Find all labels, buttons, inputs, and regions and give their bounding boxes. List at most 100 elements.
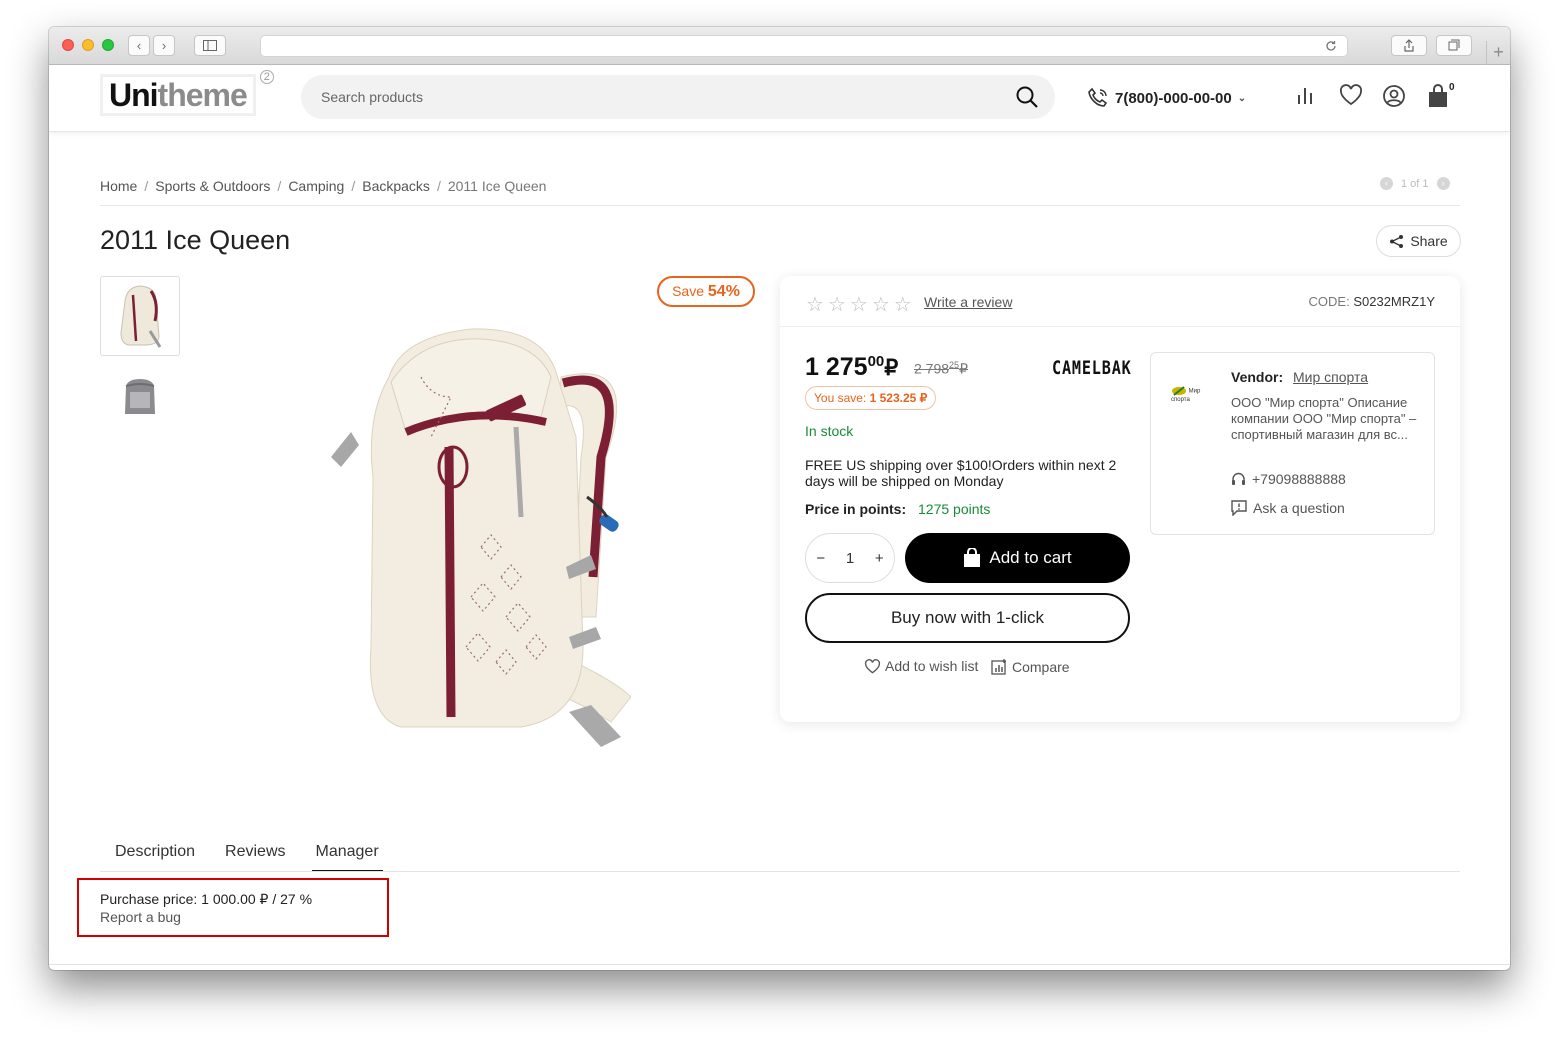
phone-number: 7(800)-000-00-00 [1115, 89, 1232, 107]
pager-label: 1 of 1 [1401, 177, 1429, 190]
product-tabs: Description Reviews Manager [100, 839, 394, 872]
points-value: 1275 points [918, 501, 991, 517]
sidebar-icon[interactable] [194, 35, 226, 56]
search-input[interactable] [321, 87, 1001, 107]
vendor-phone[interactable]: +79098888888 [1231, 471, 1346, 487]
add-to-cart-button[interactable]: Add to cart [905, 533, 1130, 583]
pager-next-icon[interactable]: › [1436, 177, 1450, 190]
discount-badge: Save 54% [657, 276, 755, 307]
brand-logo[interactable]: CAMELBAK [1052, 357, 1132, 379]
question-bubble-icon [1231, 500, 1247, 516]
tab-description[interactable]: Description [100, 839, 210, 872]
old-price-main: 2 798 [914, 360, 950, 377]
cart-count-badge: 0 [1449, 82, 1455, 93]
star-icon[interactable]: ☆ [894, 292, 912, 317]
thumbnail-1[interactable] [100, 276, 180, 356]
address-bar[interactable] [260, 35, 1348, 57]
breadcrumb-home[interactable]: Home [100, 178, 137, 194]
reload-icon[interactable] [1325, 40, 1337, 52]
old-price: 2 79825₽ [914, 360, 968, 378]
backpack-thumbnail-image [120, 285, 162, 348]
close-window-button[interactable] [62, 39, 74, 51]
you-save-badge: You save: 1 523.25 ₽ [805, 386, 937, 410]
product-info-panel: ☆ ☆ ☆ ☆ ☆ Write a review CODE: S0232MRZ1… [780, 276, 1460, 722]
product-code-label: CODE: [1308, 294, 1350, 309]
points-label: Price in points: [805, 501, 907, 517]
heart-icon[interactable] [1339, 84, 1363, 106]
share-label: Share [1410, 233, 1448, 249]
site-header: Unitheme 2 7(800)-000-00-00 ⌄ 0 [49, 65, 1510, 132]
share-button[interactable]: Share [1376, 225, 1461, 257]
you-save-label: You save: [814, 391, 867, 405]
tabs-overview-icon[interactable] [1436, 35, 1472, 56]
add-to-wishlist-link[interactable]: Add to wish list [864, 658, 978, 674]
purchase-price: Purchase price: 1 000.00 ₽ / 27 % [100, 891, 313, 907]
vendor-name: Vendor: Мир спорта [1231, 369, 1368, 385]
star-icon[interactable]: ☆ [850, 292, 868, 317]
plus-icon[interactable]: + [875, 550, 884, 567]
vendor-link[interactable]: Мир спорта [1293, 369, 1368, 385]
backpack-back-thumbnail-image [125, 379, 155, 414]
breadcrumb-camping[interactable]: Camping [288, 178, 344, 194]
logo-text-rest: theme [157, 77, 248, 113]
price-cents: 00 [867, 353, 885, 370]
product-main-image[interactable] [311, 317, 631, 767]
compare-link[interactable]: Compare [991, 658, 1070, 675]
ask-question-label: Ask a question [1253, 500, 1345, 516]
search-bar [301, 75, 1055, 119]
minimize-window-button[interactable] [82, 39, 94, 51]
logo-text-main: Uni [109, 77, 159, 113]
page-title: 2011 Ice Queen [100, 225, 291, 255]
vendor-label: Vendor: [1231, 369, 1284, 385]
tab-manager[interactable]: Manager [301, 839, 394, 872]
breadcrumb: Home / Sports & Outdoors / Camping / Backpa… [100, 178, 546, 194]
star-rating[interactable]: ☆ ☆ ☆ ☆ ☆ [806, 292, 912, 317]
write-review-link[interactable]: Write a review [924, 294, 1012, 310]
forward-icon[interactable]: › [153, 35, 175, 56]
new-tab-icon[interactable]: + [1486, 41, 1510, 65]
old-price-currency: ₽ [959, 360, 968, 377]
site-logo[interactable]: Unitheme 2 [100, 70, 274, 117]
divider [100, 871, 1460, 872]
back-icon[interactable]: ‹ [128, 35, 150, 56]
share-nodes-icon [1390, 234, 1404, 248]
breadcrumb-separator: / [436, 178, 441, 194]
user-icon[interactable] [1382, 84, 1406, 108]
breadcrumb-backpacks[interactable]: Backpacks [362, 178, 430, 194]
breadcrumb-separator: / [351, 178, 356, 194]
zoom-window-button[interactable] [102, 39, 114, 51]
headset-icon [1232, 472, 1245, 485]
share-icon[interactable] [1391, 35, 1427, 56]
divider [49, 964, 1510, 965]
shopping-bag-icon [964, 548, 981, 567]
shopping-bag-icon[interactable] [1427, 84, 1449, 108]
product-code-value: S0232MRZ1Y [1353, 294, 1435, 309]
vendor-phone-number: +79098888888 [1252, 471, 1346, 487]
quantity-value[interactable]: 1 [846, 550, 854, 567]
product-pager: ‹ 1 of 1 › [1380, 177, 1450, 190]
discount-prefix: Save [672, 283, 704, 299]
star-icon[interactable]: ☆ [806, 292, 824, 317]
star-icon[interactable]: ☆ [872, 292, 890, 317]
price-currency: ₽ [884, 355, 899, 380]
shipping-info: FREE US shipping over $100!Orders within… [805, 457, 1117, 489]
product-code: CODE: S0232MRZ1Y [1309, 294, 1435, 309]
vendor-description: ООО "Мир спорта" Описание компании ООО "… [1231, 395, 1417, 442]
you-save-value: 1 523.25 ₽ [869, 391, 928, 405]
breadcrumb-sports-outdoors[interactable]: Sports & Outdoors [155, 178, 270, 194]
add-to-wishlist-label: Add to wish list [885, 658, 979, 674]
thumbnail-2[interactable] [100, 357, 180, 437]
report-bug-link[interactable]: Report a bug [100, 909, 181, 925]
minus-icon[interactable]: − [816, 550, 825, 567]
current-price: 1 27500₽ [805, 353, 898, 382]
pager-prev-icon[interactable]: ‹ [1380, 177, 1393, 190]
compare-icon[interactable] [1295, 84, 1317, 106]
tab-reviews[interactable]: Reviews [210, 839, 300, 872]
search-icon[interactable] [1015, 85, 1039, 109]
phone-dropdown[interactable]: 7(800)-000-00-00 ⌄ [1087, 87, 1246, 109]
price-in-points: Price in points: 1275 points [805, 501, 990, 517]
vendor-logo[interactable]: Мир спорта [1171, 385, 1213, 403]
star-icon[interactable]: ☆ [828, 292, 846, 317]
buy-now-button[interactable]: Buy now with 1-click [805, 593, 1130, 643]
ask-question-link[interactable]: Ask a question [1231, 500, 1345, 516]
